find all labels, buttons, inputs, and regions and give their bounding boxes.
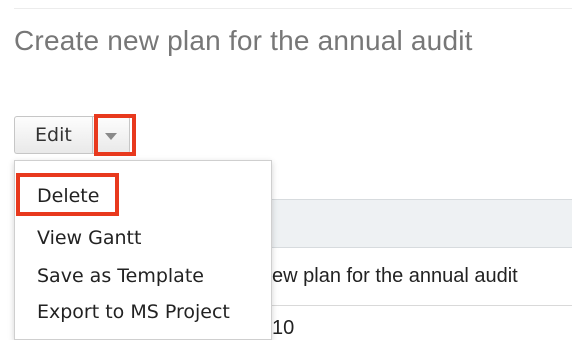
- plan-name-value: ew plan for the annual audit: [272, 265, 518, 287]
- top-divider: [14, 8, 572, 9]
- delete-item-highlight: [16, 173, 119, 216]
- menu-item-export-ms-project[interactable]: Export to MS Project: [37, 301, 230, 323]
- page-title: Create new plan for the annual audit: [14, 25, 473, 56]
- menu-item-view-gantt[interactable]: View Gantt: [37, 227, 141, 249]
- menu-item-save-as-template[interactable]: Save as Template: [37, 265, 204, 287]
- dropdown-toggle-highlight: [94, 114, 136, 156]
- edit-button[interactable]: Edit: [14, 116, 92, 154]
